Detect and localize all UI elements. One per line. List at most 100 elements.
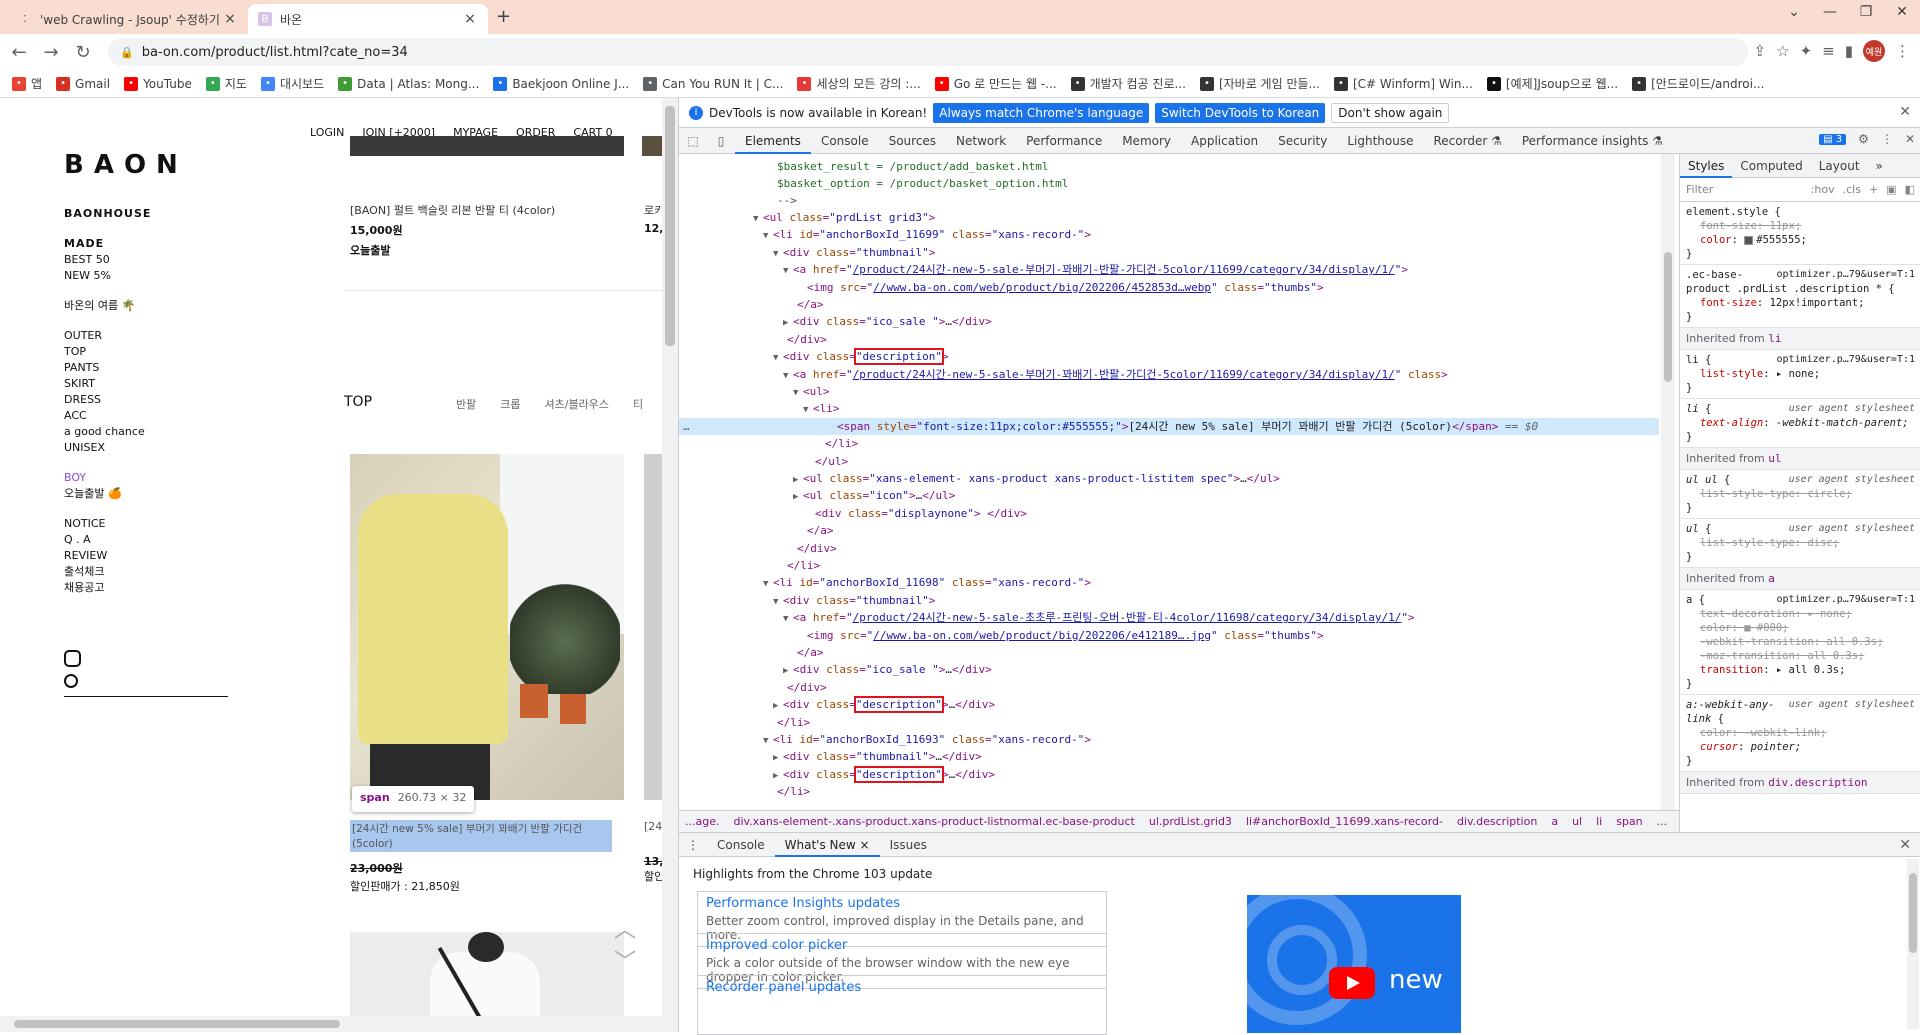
tab-console[interactable]: Console bbox=[811, 128, 879, 154]
lock-icon[interactable]: 🔒 bbox=[120, 46, 134, 59]
scroll-thumb[interactable] bbox=[14, 1020, 340, 1028]
card-title[interactable]: Recorder panel updates bbox=[706, 980, 1098, 995]
media-icon[interactable]: ≡ bbox=[1822, 42, 1835, 60]
cat-skirt[interactable]: SKIRT bbox=[64, 376, 151, 392]
dom-line[interactable]: ▶ <div class="description">…</div> bbox=[679, 765, 1659, 783]
dom-line[interactable]: ▶ <ul class="icon">…</ul> bbox=[679, 487, 1659, 504]
style-rule[interactable]: element.style {font-size: 11px; color: #5… bbox=[1680, 202, 1920, 265]
product-image[interactable] bbox=[350, 136, 624, 156]
product-image[interactable] bbox=[350, 454, 624, 800]
dom-line[interactable]: ▶ <div class="ico_sale ">…</div> bbox=[679, 661, 1659, 678]
breadcrumb-item[interactable]: li#anchorBoxId_11699.xans-record- bbox=[1246, 815, 1443, 828]
share-icon[interactable]: ⇪ bbox=[1754, 42, 1767, 60]
cat-top[interactable]: TOP bbox=[64, 344, 151, 360]
tab-memory[interactable]: Memory bbox=[1112, 128, 1181, 154]
device-toggle-icon[interactable]: ▯ bbox=[707, 134, 735, 148]
cat-tab-short-sleeve[interactable]: 반팔 bbox=[456, 396, 476, 412]
cat-tab-shirts[interactable]: 셔츠/블라우스 bbox=[545, 396, 609, 412]
style-rule[interactable]: optimizer.p…79&user=T:1 li {list-style: ▸… bbox=[1680, 350, 1920, 399]
bookmark-item[interactable]: • 개발자 컴공 진로... bbox=[1070, 75, 1186, 92]
search-input[interactable] bbox=[64, 696, 228, 697]
brand-link[interactable]: BAONHOUSE bbox=[64, 206, 151, 222]
cat-tab-crop[interactable]: 크롭 bbox=[500, 396, 520, 412]
tab-sources[interactable]: Sources bbox=[879, 128, 946, 154]
dom-line[interactable]: ▼ <div class="thumbnail"> bbox=[679, 592, 1659, 609]
dom-line[interactable]: ▼ <li id="anchorBoxId_11698" class="xans-… bbox=[679, 574, 1659, 591]
sidebar-toggle-icon[interactable]: ◧ bbox=[1905, 183, 1915, 196]
tab-performance[interactable]: Performance bbox=[1016, 128, 1112, 154]
dom-line[interactable]: </a> bbox=[679, 296, 1659, 313]
today-ship-link[interactable]: 오늘출발 🍊 bbox=[64, 486, 151, 502]
dom-line[interactable]: ▼ <li id="anchorBoxId_11693" class="xans-… bbox=[679, 731, 1659, 748]
dom-line[interactable]: <img src="//www.ba-on.com/web/product/bi… bbox=[679, 627, 1659, 644]
drawer-tab-issues[interactable]: Issues bbox=[880, 833, 937, 857]
breadcrumb-item[interactable]: div.xans-element-.xans-product.xans-prod… bbox=[733, 815, 1134, 828]
tab-performance-insights[interactable]: Performance insights ⚗ bbox=[1512, 128, 1673, 154]
page-vertical-scrollbar[interactable] bbox=[662, 98, 678, 1032]
address-bar[interactable]: 🔒 ba-on.com/product/list.html?cate_no=34 bbox=[108, 38, 1748, 66]
drawer-tab-console[interactable]: Console bbox=[707, 833, 775, 857]
bookmark-item[interactable]: • Baekjoon Online J... bbox=[493, 76, 629, 91]
dom-line[interactable]: </li> bbox=[679, 557, 1659, 574]
scroll-thumb[interactable] bbox=[665, 106, 675, 346]
tab-styles[interactable]: Styles bbox=[1680, 154, 1733, 178]
style-rule[interactable]: user agent stylesheet li {text-align: -we… bbox=[1680, 399, 1920, 448]
dom-line[interactable]: ▶ <div class="thumbnail">…</div> bbox=[679, 748, 1659, 765]
style-rule[interactable]: user agent stylesheet ul {list-style-type… bbox=[1680, 519, 1920, 568]
instagram-icon[interactable] bbox=[64, 650, 81, 667]
dom-line[interactable]: </ul> bbox=[679, 453, 1659, 470]
attendance-link[interactable]: 출석체크 bbox=[64, 564, 151, 580]
drawer-menu-icon[interactable]: ⋮ bbox=[679, 838, 707, 852]
extensions-icon[interactable]: ✦ bbox=[1800, 42, 1813, 60]
settings-gear-icon[interactable]: ⚙ bbox=[1858, 132, 1869, 146]
scroll-thumb[interactable] bbox=[1664, 252, 1672, 382]
product-image[interactable] bbox=[642, 136, 662, 156]
inspect-icon[interactable]: ⬚ bbox=[679, 134, 707, 148]
bookmark-item[interactable]: • [C# Winform] Win... bbox=[1333, 76, 1473, 91]
new-link[interactable]: NEW 5% bbox=[64, 268, 151, 284]
boy-link[interactable]: BOY bbox=[64, 470, 151, 486]
page-horizontal-scrollbar[interactable] bbox=[0, 1016, 662, 1032]
dom-line[interactable]: ▼ <ul> bbox=[679, 383, 1659, 400]
cat-pants[interactable]: PANTS bbox=[64, 360, 151, 376]
bookmark-star-icon[interactable]: ☆ bbox=[1776, 42, 1789, 60]
card-title[interactable]: Performance Insights updates bbox=[706, 896, 1098, 911]
more-icon[interactable]: … bbox=[683, 418, 690, 435]
issues-badge[interactable]: ▤ 3 bbox=[1819, 133, 1847, 145]
card-title[interactable]: Improved color picker bbox=[706, 938, 1098, 953]
hov-toggle[interactable]: :hov bbox=[1811, 183, 1835, 196]
product-name[interactable]: [BAON] 펄트 백슬릿 리본 반팔 티 (4color) bbox=[350, 202, 555, 218]
breadcrumb-item[interactable]: li bbox=[1596, 815, 1602, 828]
breadcrumb-item[interactable]: ul bbox=[1572, 815, 1582, 828]
computed-toggle-icon[interactable]: ▣ bbox=[1886, 183, 1896, 196]
close-devtools-icon[interactable]: ✕ bbox=[1905, 132, 1915, 146]
tab-lighthouse[interactable]: Lighthouse bbox=[1337, 128, 1423, 154]
tab-baon[interactable]: B 바온 × bbox=[248, 4, 488, 34]
dom-line[interactable]: ▼ <a href="/product/24시간-new-5-sale-부머기-꽈… bbox=[679, 366, 1659, 383]
tab-recorder[interactable]: Recorder ⚗ bbox=[1424, 128, 1512, 154]
profile-avatar[interactable]: 예원 bbox=[1863, 40, 1885, 62]
bookmark-item[interactable]: • Can You RUN It | C... bbox=[643, 76, 783, 91]
product-image[interactable] bbox=[644, 454, 662, 800]
styles-filter-input[interactable]: Filter bbox=[1686, 183, 1803, 196]
back-button[interactable]: ← bbox=[6, 42, 32, 63]
drawer-tab-whats-new[interactable]: What's New × bbox=[774, 833, 880, 857]
bookmark-item[interactable]: • [안드로이드/androi... bbox=[1632, 75, 1764, 92]
close-tab-icon[interactable]: × bbox=[462, 11, 478, 27]
cat-dress[interactable]: DRESS bbox=[64, 392, 151, 408]
color-swatch[interactable] bbox=[1744, 235, 1754, 245]
site-logo[interactable]: BAON bbox=[64, 150, 188, 180]
breadcrumb-item[interactable]: span bbox=[1616, 815, 1642, 828]
style-rule[interactable]: optimizer.p…79&user=T:1 a {text-decoratio… bbox=[1680, 590, 1920, 695]
cls-toggle[interactable]: .cls bbox=[1843, 183, 1861, 196]
cat-unisex[interactable]: UNISEX bbox=[64, 440, 151, 456]
more-icon[interactable]: ⋮ bbox=[1881, 132, 1893, 146]
dom-line[interactable]: </a> bbox=[679, 522, 1659, 539]
tab-search-icon[interactable]: ⌄ bbox=[1774, 4, 1814, 20]
elements-scrollbar[interactable] bbox=[1661, 154, 1675, 810]
menu-icon[interactable]: ⋮ bbox=[1895, 42, 1910, 60]
cat-good-chance[interactable]: a good chance bbox=[64, 424, 151, 440]
dont-show-button[interactable]: Don't show again bbox=[1331, 102, 1450, 123]
youtube-play-icon[interactable] bbox=[1329, 967, 1375, 999]
breadcrumb-item[interactable]: div.description bbox=[1457, 815, 1537, 828]
